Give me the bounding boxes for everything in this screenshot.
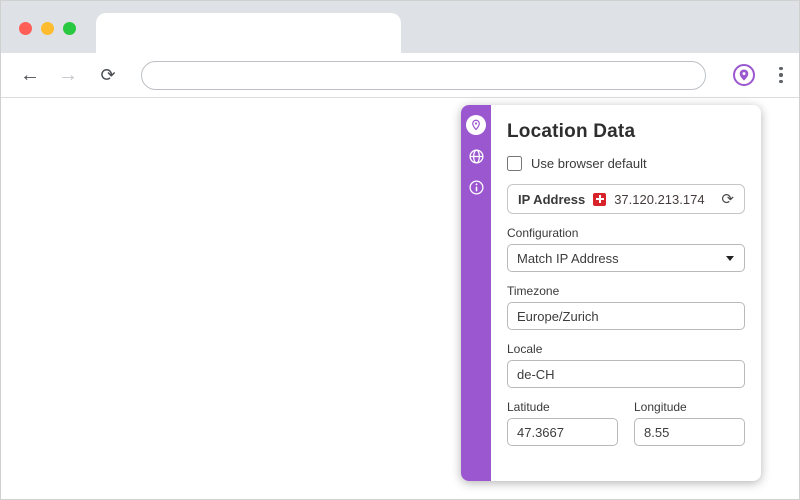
configuration-dropdown[interactable]: Match IP Address — [507, 244, 745, 272]
close-window-button[interactable] — [19, 22, 32, 35]
minimize-window-button[interactable] — [41, 22, 54, 35]
forward-icon[interactable]: → — [51, 53, 85, 98]
globe-tab-icon[interactable] — [466, 146, 486, 166]
latitude-label: Latitude — [507, 400, 550, 414]
back-icon[interactable]: ← — [13, 53, 47, 98]
address-bar[interactable] — [141, 61, 706, 90]
ip-address-label: IP Address — [518, 191, 586, 207]
reload-icon[interactable]: ⟳ — [91, 53, 125, 98]
extension-panel: Location Data Use browser default IP Add… — [461, 105, 761, 481]
coordinates-row: Latitude Longitude — [507, 388, 745, 446]
switzerland-flag-icon — [593, 192, 607, 206]
use-browser-default-label[interactable]: Use browser default — [531, 156, 647, 171]
locale-input[interactable] — [507, 360, 745, 388]
timezone-input[interactable] — [507, 302, 745, 330]
page-content: Location Data Use browser default IP Add… — [1, 98, 799, 499]
panel-title: Location Data — [507, 121, 636, 142]
ip-address-box: IP Address 37.120.213.174 ⟳ — [507, 184, 745, 214]
maximize-window-button[interactable] — [63, 22, 76, 35]
panel-body: Location Data Use browser default IP Add… — [491, 105, 761, 481]
panel-sidebar — [461, 105, 491, 481]
timezone-label: Timezone — [507, 284, 560, 298]
refresh-ip-icon[interactable]: ⟳ — [721, 192, 734, 207]
browser-window: ← → ⟳ Location Data Use browser default … — [0, 0, 800, 500]
use-browser-default-row: Use browser default — [507, 156, 745, 171]
locale-label: Locale — [507, 342, 543, 356]
tab-strip — [1, 1, 799, 53]
latitude-input[interactable] — [507, 418, 618, 446]
browser-tab[interactable] — [96, 13, 401, 53]
info-tab-icon[interactable] — [466, 177, 486, 197]
longitude-label: Longitude — [634, 400, 687, 414]
chevron-down-icon — [726, 256, 734, 261]
location-tab-icon[interactable] — [466, 115, 486, 135]
extension-logo-icon[interactable] — [730, 61, 758, 89]
use-browser-default-checkbox[interactable] — [507, 156, 522, 171]
browser-toolbar: ← → ⟳ — [1, 53, 799, 98]
ip-address-value: 37.120.213.174 — [614, 191, 705, 207]
configuration-label: Configuration — [507, 226, 579, 240]
browser-menu-icon[interactable] — [769, 61, 793, 89]
configuration-value: Match IP Address — [517, 250, 619, 266]
longitude-input[interactable] — [634, 418, 745, 446]
